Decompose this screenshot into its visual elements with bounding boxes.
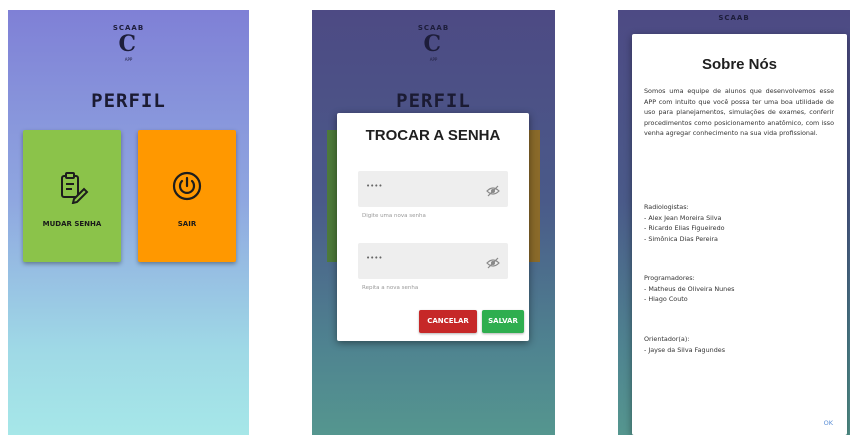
ok-button[interactable]: OK: [824, 419, 833, 427]
team-section-programmers: Programadores: - Matheus de Oliveira Nun…: [644, 273, 834, 305]
power-icon: [171, 170, 203, 206]
profile-screen: SCAAB C APP PERFIL MUDAR SENHA SAIR: [8, 10, 249, 435]
app-logo: SCAAB C APP: [412, 24, 456, 68]
logout-label: SAIR: [177, 220, 197, 228]
save-button[interactable]: SALVAR: [482, 310, 524, 333]
list-item: - Alex Jean Moreira Silva: [644, 213, 722, 222]
dialog-title: Sobre Nós: [701, 56, 777, 73]
eye-slash-icon[interactable]: [486, 182, 500, 201]
change-password-button[interactable]: MUDAR SENHA: [23, 130, 121, 262]
logo-letter: C: [118, 31, 137, 57]
logo-sub-text: APP: [429, 57, 438, 62]
repeat-password-field[interactable]: ••••: [358, 243, 508, 279]
clipboard-edit-icon: [55, 170, 89, 208]
list-item: - Matheus de Oliveira Nunes: [644, 284, 735, 293]
logout-button[interactable]: SAIR: [138, 130, 236, 262]
change-password-label: MUDAR SENHA: [42, 220, 102, 228]
cancel-button[interactable]: CANCELAR: [419, 310, 477, 333]
team-section-radiologists: Radiologistas: - Alex Jean Moreira Silva…: [644, 202, 834, 244]
change-password-dialog: TROCAR A SENHA •••• Digite uma nova senh…: [337, 113, 529, 341]
change-password-screen: SCAAB C APP PERFIL TROCAR A SENHA •••• D…: [312, 10, 555, 435]
section-heading: Orientador(a):: [644, 335, 690, 343]
dialog-title: TROCAR A SENHA: [365, 127, 501, 144]
new-password-hint: Digite uma nova senha: [362, 213, 426, 219]
section-heading: Programadores:: [644, 274, 695, 282]
new-password-field[interactable]: ••••: [358, 171, 508, 207]
eye-slash-icon[interactable]: [486, 254, 500, 273]
logo-arc-text: SCAAB: [718, 14, 750, 22]
list-item: - Hiago Couto: [644, 295, 688, 304]
logo-sub-text: APP: [124, 57, 133, 62]
app-logo: SCAAB C APP: [107, 24, 151, 68]
password-value: ••••: [366, 254, 383, 262]
about-screen: SCAAB Sobre Nós Somos uma equipe de alun…: [618, 10, 850, 435]
list-item: - Jayse da Silva Fagundes: [644, 345, 726, 354]
logo-letter: C: [423, 31, 442, 57]
about-paragraph: Somos uma equipe de alunos que desenvolv…: [644, 87, 834, 138]
section-heading: Radiologistas:: [644, 203, 689, 211]
password-value: ••••: [366, 182, 383, 190]
list-item: - Simônica Dias Pereira: [644, 234, 718, 243]
about-dialog: Sobre Nós Somos uma equipe de alunos que…: [632, 34, 847, 435]
page-title: PERFIL: [91, 90, 166, 112]
page-title: PERFIL: [396, 90, 471, 112]
team-section-advisor: Orientador(a): - Jayse da Silva Fagundes: [644, 334, 834, 355]
list-item: - Ricardo Elias Figueiredo: [644, 224, 725, 233]
repeat-password-hint: Repita a nova senha: [362, 285, 419, 291]
